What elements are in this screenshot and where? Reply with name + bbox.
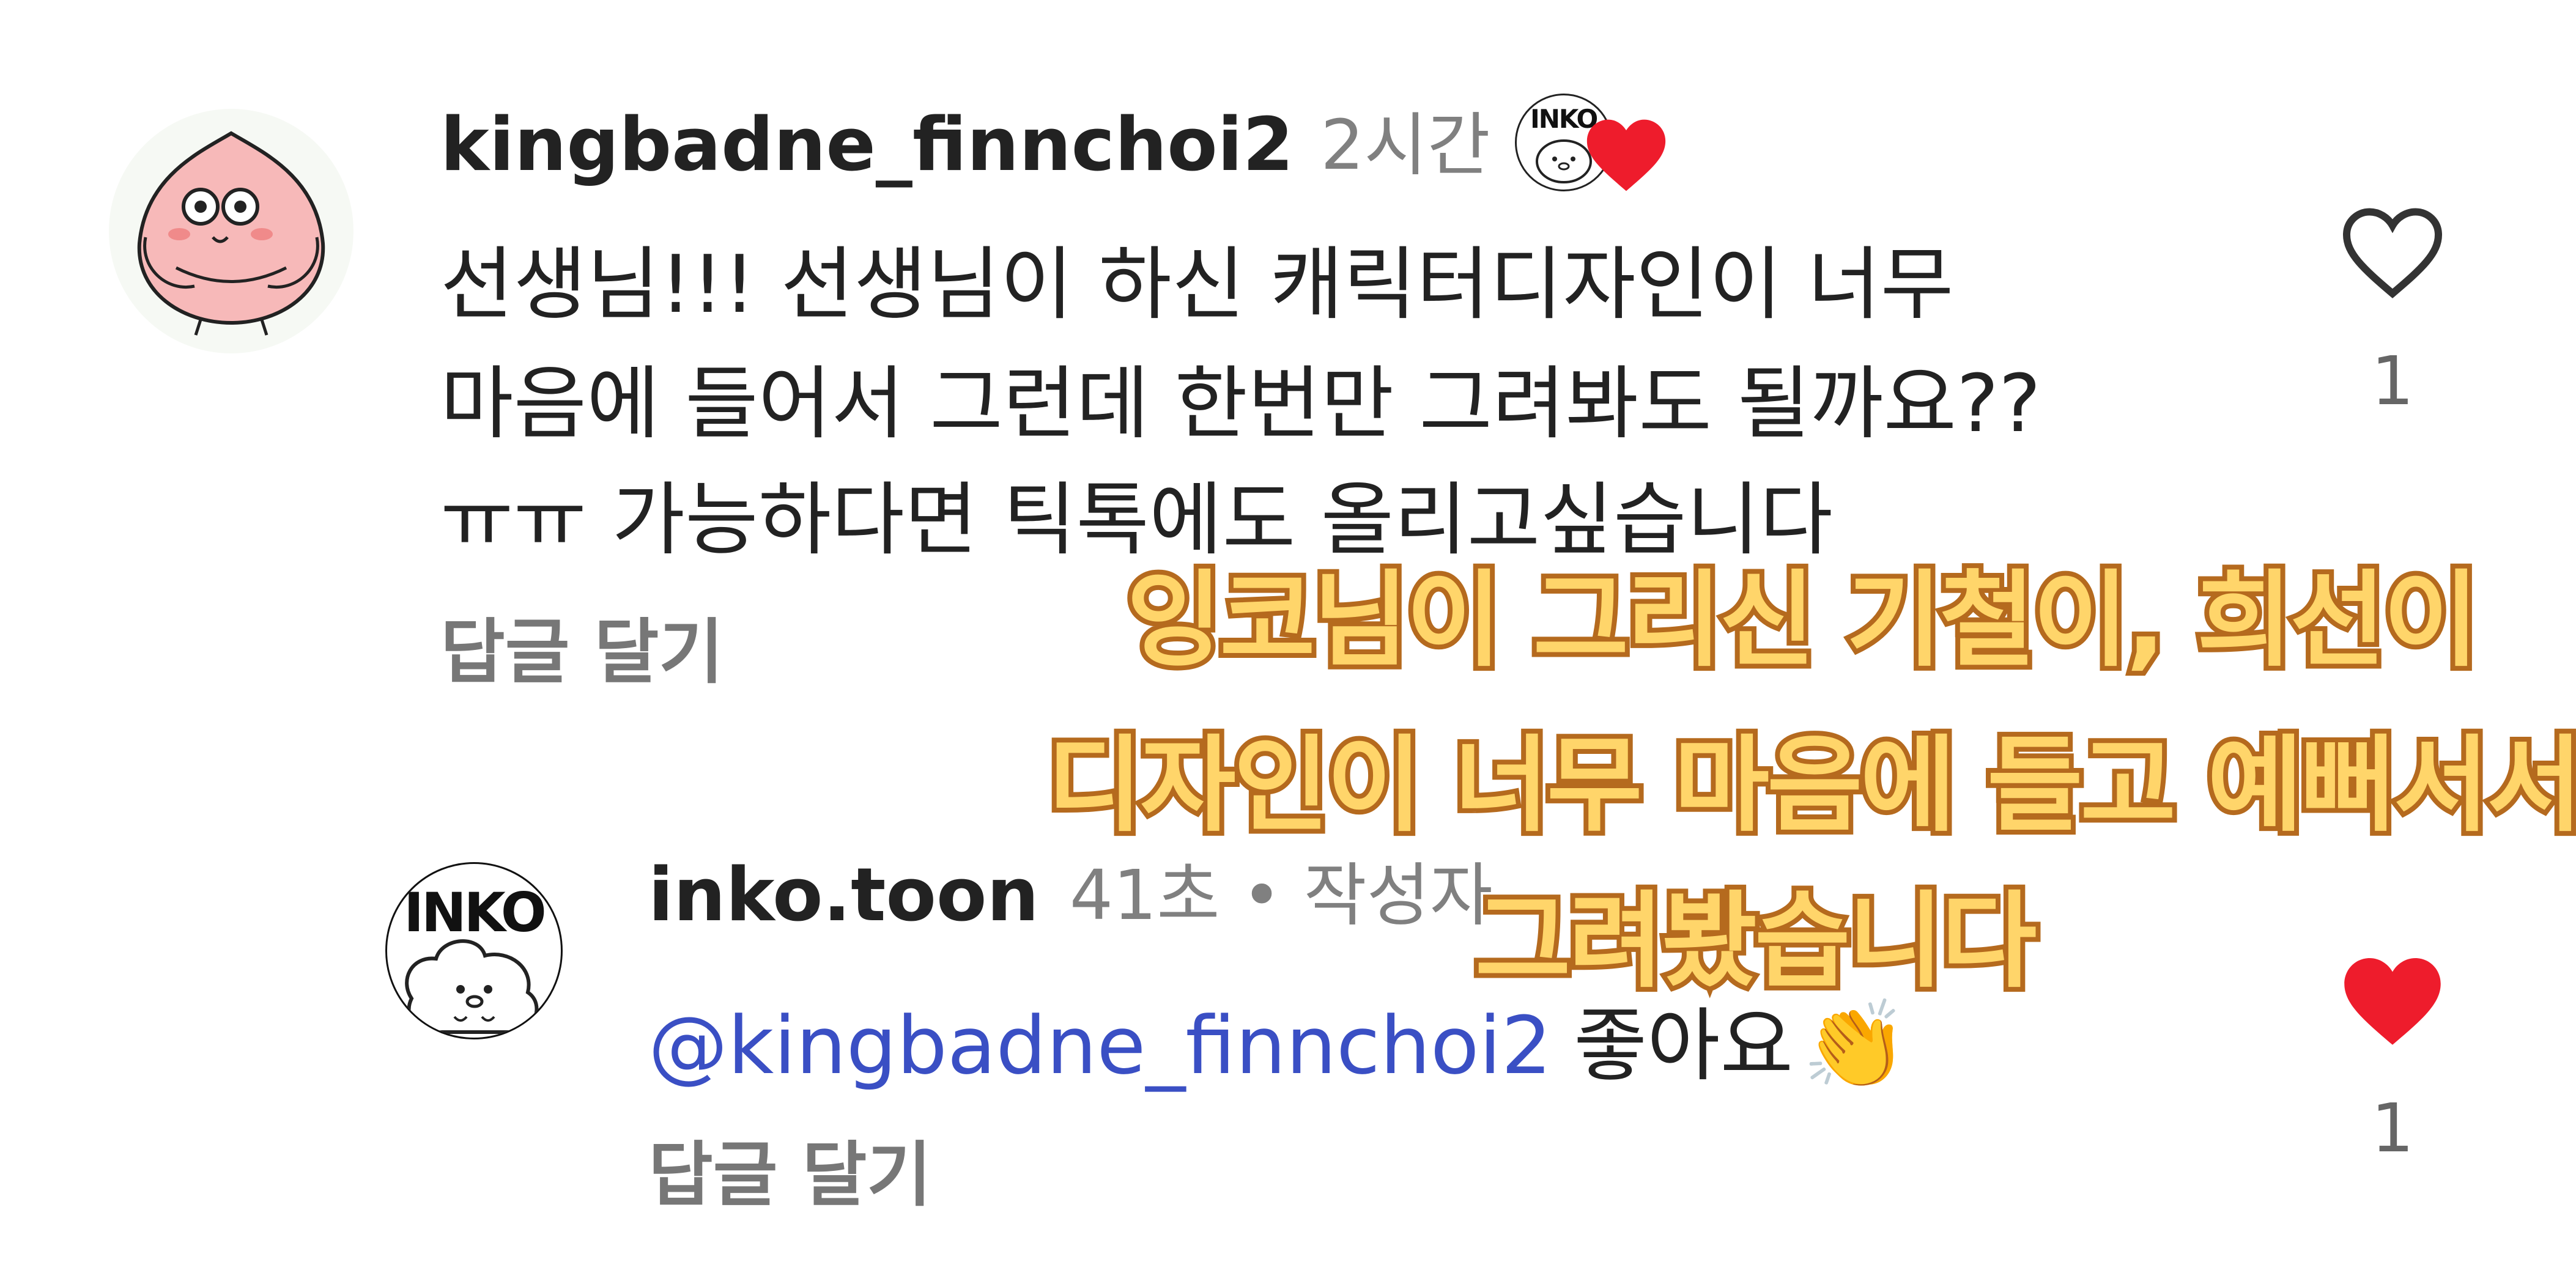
reply-mention-link[interactable]: @kingbadne_finnchoi2 xyxy=(648,1006,1552,1085)
heart-filled-icon xyxy=(2344,958,2441,1045)
reply-like-button[interactable] xyxy=(2337,951,2448,1055)
comment-body-line-2: 마음에 들어서 그런데 한번만 그려봐도 될까요?? xyxy=(440,357,2041,450)
reply-like-count: 1 xyxy=(2371,1089,2414,1167)
commenter-avatar[interactable] xyxy=(109,109,353,353)
overlay-caption-line-1: 잉코님이 그리신 기철이, 희선이 xyxy=(1122,560,2484,681)
reply-meta: 41초 • 작성자 xyxy=(1069,856,1493,935)
comment-username[interactable]: kingbadne_finnchoi2 xyxy=(440,109,1294,182)
reply-avatar[interactable]: INKO xyxy=(385,862,563,1039)
peach-character-icon xyxy=(137,131,325,336)
comment-body-line-1: 선생님!!! 선생님이 하신 캐릭터디자인이 너무 xyxy=(440,238,1954,331)
reply-header: inko.toon 41초 • 작성자 xyxy=(648,856,1493,935)
overlay-caption-line-2: 디자인이 너무 마음에 들고 예뻐서서 xyxy=(1042,725,2576,846)
comment-time: 2시간 xyxy=(1320,106,1490,185)
reply-body: @kingbadne_finnchoi2 좋아요 👏 xyxy=(648,1003,1908,1088)
inko-character-icon xyxy=(405,939,539,1035)
reply-reply-button[interactable]: 답글 달기 xyxy=(648,1140,931,1211)
overlay-caption-line-3: 그려봤습니다 xyxy=(1470,881,2041,1002)
heart-outline-icon xyxy=(2342,208,2443,298)
heart-filled-icon xyxy=(1586,119,1665,191)
comment-like-count: 1 xyxy=(2371,342,2414,420)
comment-like-button[interactable] xyxy=(2337,202,2448,306)
reply-username[interactable]: inko.toon xyxy=(648,859,1039,932)
reply-text: 좋아요 xyxy=(1574,999,1794,1092)
comment-body-line-3: ㅠㅠ 가능하다면 틱톡에도 올리고싶습니다 xyxy=(440,473,1833,566)
clapping-hands-icon: 👏 xyxy=(1802,995,1909,1095)
comment-header: kingbadne_finnchoi2 2시간 INKO xyxy=(440,94,1674,191)
creator-liked-badge: INKO xyxy=(1514,94,1674,197)
comment-reply-button[interactable]: 답글 달기 xyxy=(440,618,724,688)
